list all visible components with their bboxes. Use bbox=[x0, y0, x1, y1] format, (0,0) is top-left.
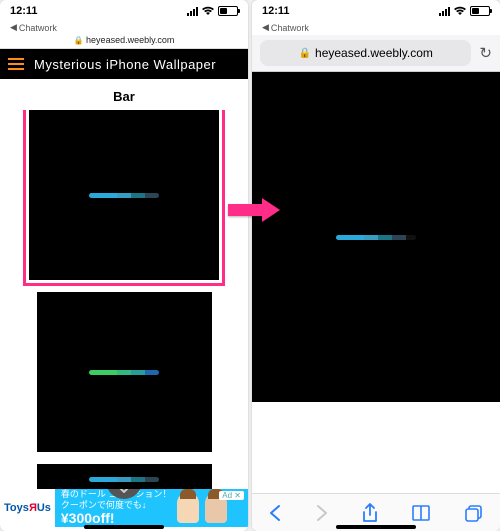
phone-left: 12:11 ◀ Chatwork 🔒 heyeased.weebly.com M… bbox=[0, 0, 248, 531]
site-title: Mysterious iPhone Wallpaper bbox=[34, 57, 216, 72]
safari-url-bar: 🔒 heyeased.weebly.com ↻ bbox=[252, 35, 500, 72]
refresh-icon[interactable]: ↻ bbox=[479, 44, 492, 62]
url-mini-bar[interactable]: 🔒 heyeased.weebly.com bbox=[0, 35, 248, 49]
battery-icon bbox=[218, 6, 238, 16]
bar-preview bbox=[89, 193, 159, 198]
back-to-app[interactable]: ◀ Chatwork bbox=[0, 22, 248, 35]
home-indicator[interactable] bbox=[84, 525, 164, 529]
bar-preview bbox=[336, 235, 416, 240]
home-indicator[interactable] bbox=[336, 525, 416, 529]
site-header: Mysterious iPhone Wallpaper bbox=[0, 49, 248, 79]
lock-icon: 🔒 bbox=[74, 36, 84, 45]
wallpaper-full[interactable] bbox=[252, 72, 500, 402]
status-time: 12:11 bbox=[262, 5, 290, 17]
tabs-icon[interactable] bbox=[464, 504, 484, 522]
back-icon[interactable] bbox=[268, 504, 282, 522]
wallpaper-gallery[interactable] bbox=[0, 110, 248, 531]
signal-icon bbox=[187, 7, 198, 16]
hamburger-icon[interactable] bbox=[8, 58, 24, 70]
wallpaper-item[interactable] bbox=[29, 110, 219, 280]
wifi-icon bbox=[453, 6, 467, 16]
status-time: 12:11 bbox=[10, 5, 38, 17]
forward-icon bbox=[315, 504, 329, 522]
lock-icon: 🔒 bbox=[299, 48, 311, 59]
arrow-icon bbox=[226, 192, 282, 228]
phone-right: 12:11 ◀ Chatwork 🔒 heyeased.weebly.com ↻ bbox=[252, 0, 500, 531]
share-icon[interactable] bbox=[361, 503, 379, 523]
ad-image bbox=[177, 493, 199, 523]
battery-icon bbox=[470, 6, 490, 16]
bookmarks-icon[interactable] bbox=[411, 504, 431, 522]
back-to-app[interactable]: ◀ Chatwork bbox=[252, 22, 500, 35]
status-right bbox=[439, 6, 490, 16]
wallpaper-item[interactable] bbox=[37, 292, 212, 452]
bar-preview bbox=[89, 477, 159, 482]
ad-logo: ToysRUs bbox=[0, 489, 55, 527]
url-field[interactable]: 🔒 heyeased.weebly.com bbox=[260, 40, 471, 66]
ad-badge[interactable]: Ad ✕ bbox=[219, 491, 244, 500]
status-right bbox=[187, 6, 238, 16]
wifi-icon bbox=[201, 6, 215, 16]
ad-banner[interactable]: ToysRUs 春のドール コレクション！ クーポンで何度でも↓ ¥300off… bbox=[0, 489, 248, 527]
signal-icon bbox=[439, 7, 450, 16]
status-bar: 12:11 bbox=[252, 0, 500, 22]
status-bar: 12:11 bbox=[0, 0, 248, 22]
bar-preview bbox=[89, 370, 159, 375]
section-title: Bar bbox=[0, 79, 248, 110]
wallpaper-viewer bbox=[252, 72, 500, 531]
